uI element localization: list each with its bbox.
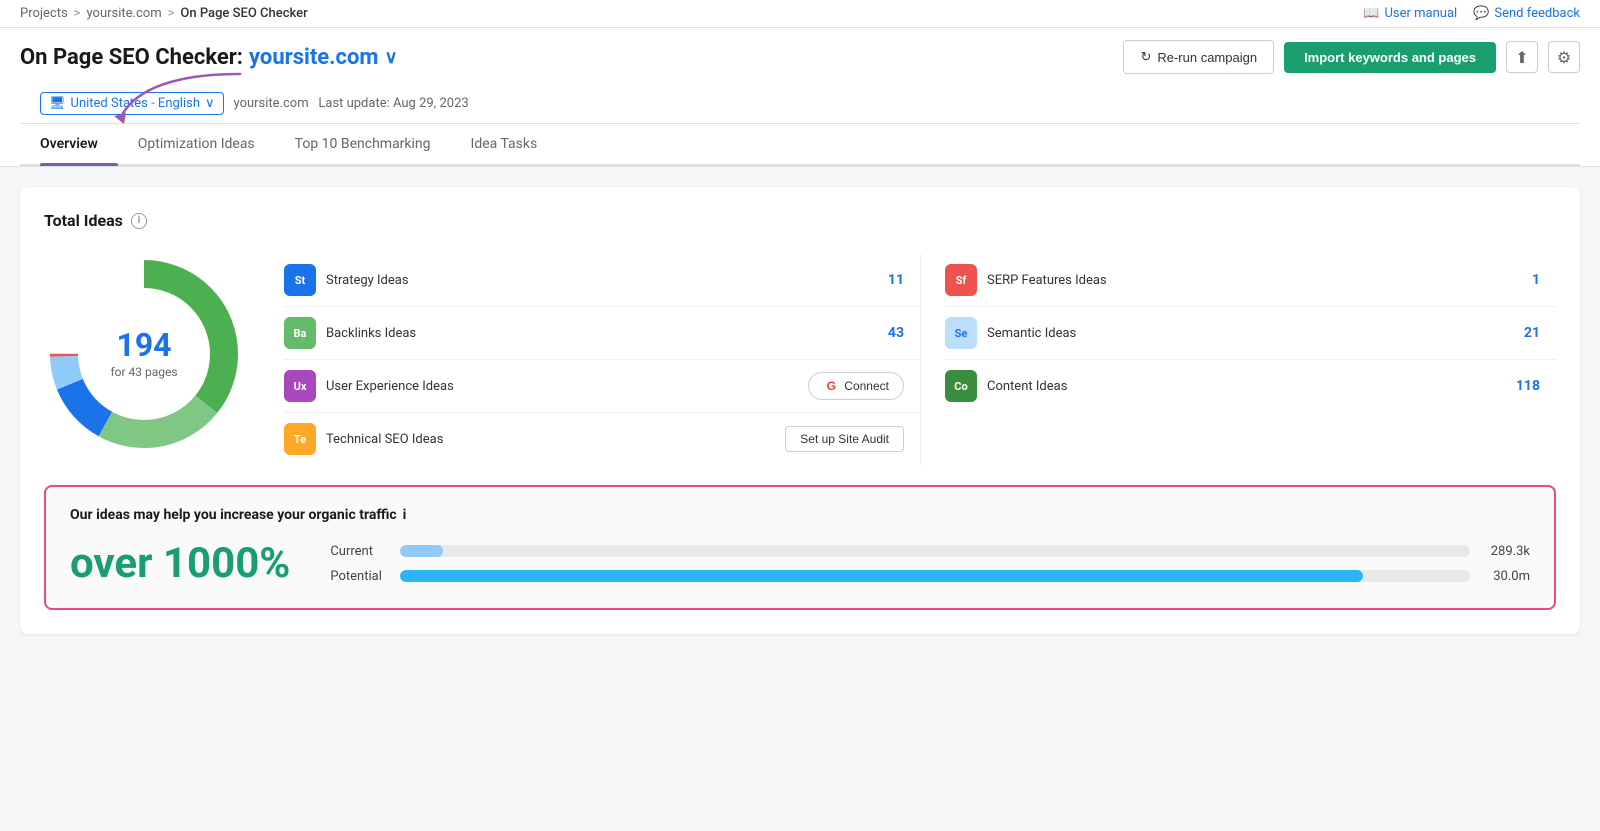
rerun-campaign-button[interactable]: ↻ Re-run campaign [1123,40,1274,74]
donut-center: 194 for 43 pages [110,329,177,379]
backlinks-ideas-label: Backlinks Ideas [326,326,864,341]
site-audit-button[interactable]: Set up Site Audit [785,426,904,452]
serp-features-label: SERP Features Ideas [987,273,1500,288]
current-bar-track [400,545,1470,557]
traffic-percent: over 1000% [70,539,290,588]
import-keywords-button[interactable]: Import keywords and pages [1284,42,1496,73]
content-ideas-row: Co Content Ideas 118 [945,360,1556,412]
backlinks-ideas-row: Ba Backlinks Ideas 43 [284,307,920,360]
breadcrumb-sep2: > [168,6,175,21]
ideas-list: St Strategy Ideas 11 Ba Backlinks Ideas … [284,254,1556,465]
total-ideas-card: Total Ideas i [20,187,1580,634]
content-ideas-count[interactable]: 118 [1510,378,1540,394]
strategy-ideas-label: Strategy Ideas [326,273,864,288]
feedback-icon: 💬 [1473,6,1489,21]
technical-seo-label: Technical SEO Ideas [326,432,775,447]
serp-features-row: Sf SERP Features Ideas 1 [945,254,1556,307]
send-feedback-link[interactable]: 💬 Send feedback [1473,6,1580,21]
user-manual-link[interactable]: 📖 User manual [1363,6,1457,21]
info-icon[interactable]: i [131,213,147,229]
book-icon: 📖 [1363,6,1379,21]
domain-name[interactable]: yoursite.com [249,45,378,70]
gear-icon: ⚙ [1557,48,1571,67]
semantic-badge: Se [945,317,977,349]
site-info: yoursite.com Last update: Aug 29, 2023 [234,96,469,111]
serp-features-count[interactable]: 1 [1510,272,1540,288]
tab-overview[interactable]: Overview [40,124,118,164]
breadcrumb-current: On Page SEO Checker [180,6,307,21]
export-button[interactable]: ⬆ [1506,41,1538,73]
semantic-ideas-label: Semantic Ideas [987,326,1500,341]
ux-ideas-label: User Experience Ideas [326,379,798,394]
export-icon: ⬆ [1515,48,1528,67]
total-number: 194 [110,329,177,361]
tabs-bar: Overview Optimization Ideas Top 10 Bench… [20,124,1580,166]
ideas-content: 194 for 43 pages St Strategy Ideas 11 Ba… [44,254,1556,465]
current-traffic-row: Current 289.3k [330,544,1530,559]
potential-bar-track [400,570,1470,582]
card-title: Total Ideas i [44,211,1556,230]
breadcrumb: Projects > yoursite.com > On Page SEO Ch… [20,6,308,21]
google-g-icon: G [823,378,839,394]
tab-top10-benchmarking[interactable]: Top 10 Benchmarking [295,124,451,164]
traffic-boost-box: Our ideas may help you increase your org… [44,485,1556,610]
domain-chevron-icon[interactable]: ∨ [385,47,398,68]
main-content: Total Ideas i [0,167,1600,654]
ideas-left-column: St Strategy Ideas 11 Ba Backlinks Ideas … [284,254,920,465]
monitor-icon: 🖥 [49,96,66,111]
locale-chevron-icon: ∨ [205,96,215,111]
top-nav-actions: 📖 User manual 💬 Send feedback [1363,6,1580,21]
serp-badge: Sf [945,264,977,296]
content-ideas-label: Content Ideas [987,379,1500,394]
technical-seo-row: Te Technical SEO Ideas Set up Site Audit [284,413,920,465]
top-navigation: Projects > yoursite.com > On Page SEO Ch… [0,0,1600,28]
strategy-badge: St [284,264,316,296]
ux-ideas-row: Ux User Experience Ideas G Connect [284,360,920,413]
ideas-right-column: Sf SERP Features Ideas 1 Se Semantic Ide… [920,254,1556,465]
refresh-icon: ↻ [1140,49,1151,65]
connect-button[interactable]: G Connect [808,372,904,400]
tab-optimization-ideas[interactable]: Optimization Ideas [138,124,275,164]
traffic-info-icon[interactable]: i [403,507,407,523]
donut-chart: 194 for 43 pages [44,254,244,454]
potential-label: Potential [330,569,390,584]
semantic-ideas-count[interactable]: 21 [1510,325,1540,341]
backlinks-badge: Ba [284,317,316,349]
traffic-bars: Current 289.3k Potential 30.0m [330,544,1530,584]
strategy-ideas-row: St Strategy Ideas 11 [284,254,920,307]
backlinks-ideas-count[interactable]: 43 [874,325,904,341]
content-badge: Co [945,370,977,402]
title-prefix: On Page SEO Checker: [20,45,243,70]
potential-bar-fill [400,570,1363,582]
header-top: On Page SEO Checker: yoursite.com ∨ ↻ Re… [20,40,1580,74]
locale-selector[interactable]: 🖥 United States - English ∨ [40,92,224,115]
tab-idea-tasks[interactable]: Idea Tasks [471,124,558,164]
potential-traffic-row: Potential 30.0m [330,569,1530,584]
breadcrumb-sep1: > [74,6,81,21]
ux-badge: Ux [284,370,316,402]
breadcrumb-site[interactable]: yoursite.com [86,6,161,21]
current-bar-fill [400,545,443,557]
settings-button[interactable]: ⚙ [1548,41,1580,73]
page-header: On Page SEO Checker: yoursite.com ∨ ↻ Re… [0,28,1600,167]
total-pages: for 43 pages [110,365,177,379]
traffic-content: over 1000% Current 289.3k Potential [70,539,1530,588]
potential-value: 30.0m [1480,569,1530,584]
sub-header: 🖥 United States - English ∨ yoursite.com… [20,84,1580,124]
page-title: On Page SEO Checker: yoursite.com ∨ [20,45,398,70]
traffic-title: Our ideas may help you increase your org… [70,507,1530,523]
technical-badge: Te [284,423,316,455]
breadcrumb-projects[interactable]: Projects [20,6,68,21]
semantic-ideas-row: Se Semantic Ideas 21 [945,307,1556,360]
header-actions: ↻ Re-run campaign Import keywords and pa… [1123,40,1580,74]
strategy-ideas-count[interactable]: 11 [874,272,904,288]
current-label: Current [330,544,390,559]
current-value: 289.3k [1480,544,1530,559]
